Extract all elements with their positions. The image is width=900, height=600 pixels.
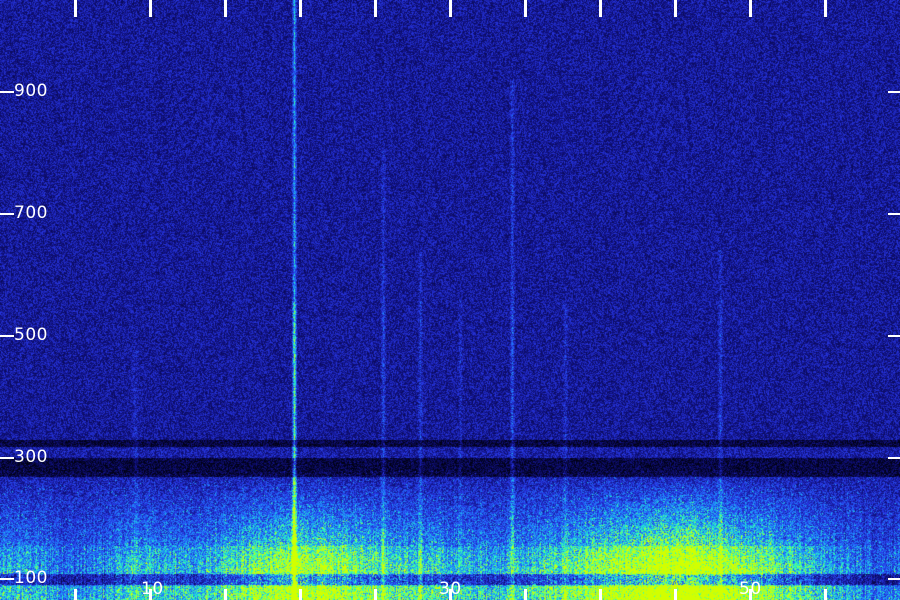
spectrogram-image xyxy=(0,0,900,600)
spectrogram-view: 900 700 500 300 100 10 30 50 xyxy=(0,0,900,600)
